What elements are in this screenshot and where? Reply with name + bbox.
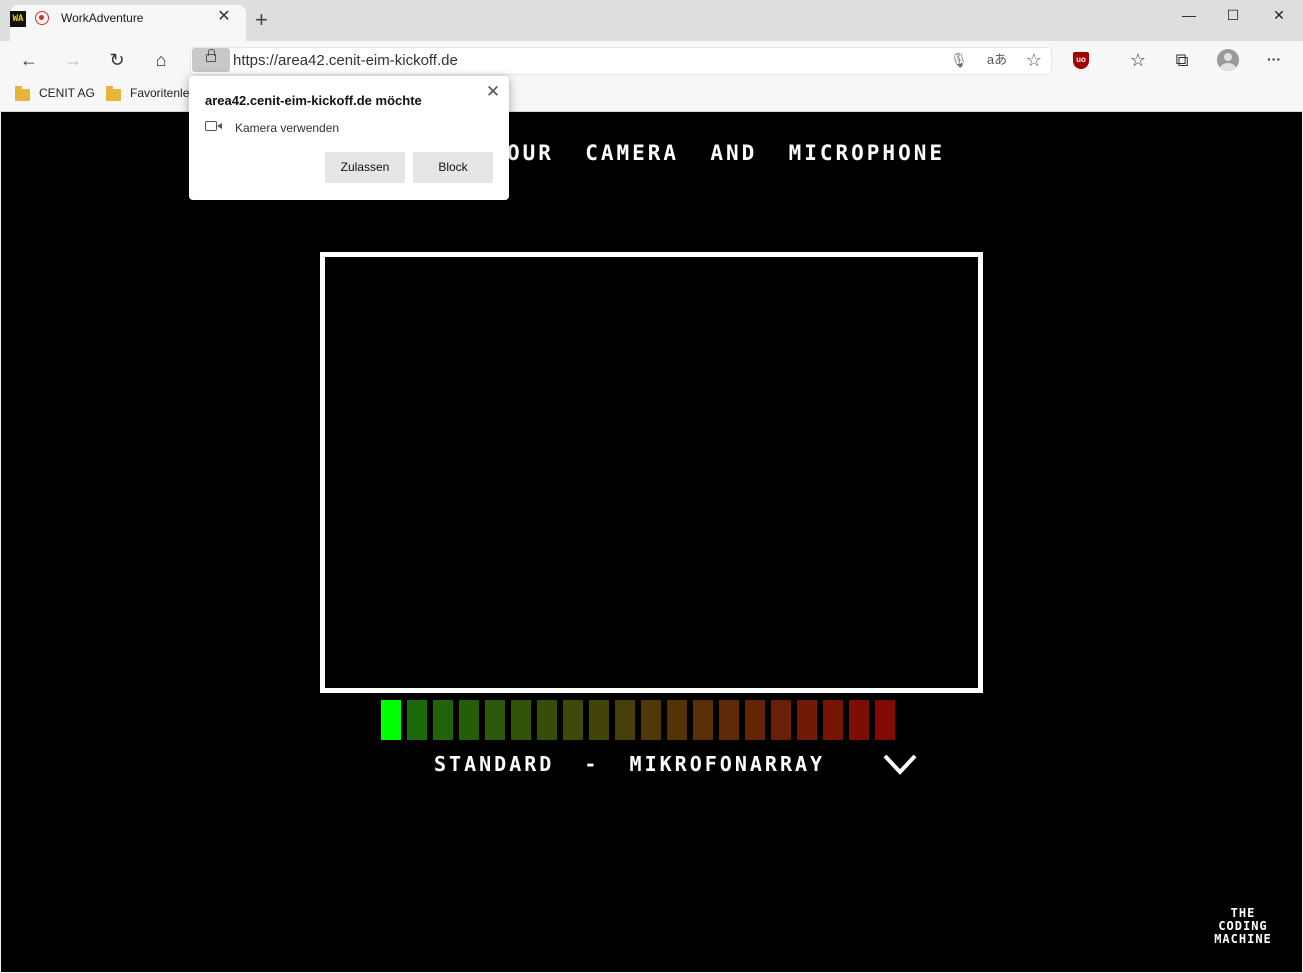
mic-level-bar: [563, 700, 583, 740]
microphone-select[interactable]: STANDARD - MIKROFONARRAY: [434, 752, 825, 776]
cenit-folder-icon: [15, 86, 30, 101]
more-icon[interactable]: ···: [1258, 43, 1290, 75]
profile-icon[interactable]: [1217, 49, 1239, 71]
mic-level-bar: [537, 700, 557, 740]
new-tab-button[interactable]: +: [255, 9, 268, 31]
permission-request: Kamera verwenden: [235, 121, 340, 135]
minimize-button[interactable]: —: [1166, 0, 1212, 30]
mic-level-bar: [719, 700, 739, 740]
mic-level-bar: [381, 700, 401, 740]
tab-title: WorkAdventure: [61, 11, 144, 25]
mic-level-bar: [797, 700, 817, 740]
coding-machine-logo: THE CODING MACHINE: [1210, 907, 1276, 946]
collections-icon[interactable]: ⧉: [1166, 44, 1198, 76]
camera-setup-heading: OUR CAMERA AND MICROPHONE: [507, 141, 946, 165]
bookmark-favoritenleiste[interactable]: Favoritenle: [130, 86, 189, 100]
camera-preview: [320, 252, 983, 693]
mic-level-bar: [433, 700, 453, 740]
chevron-down-icon[interactable]: [882, 750, 918, 778]
home-button[interactable]: ⌂: [145, 44, 177, 76]
lock-icon: [206, 49, 216, 62]
reload-button[interactable]: ↻: [101, 44, 133, 76]
window-close-button[interactable]: ✕: [1256, 0, 1302, 30]
chevron-path: [883, 754, 917, 775]
close-icon[interactable]: ✕: [485, 82, 501, 102]
mic-level-bar: [771, 700, 791, 740]
maximize-button[interactable]: ☐: [1210, 0, 1256, 30]
ublock-icon[interactable]: uo: [1073, 52, 1089, 69]
microphone-icon[interactable]: 🎙: [943, 44, 975, 76]
favorites-folder-icon: [106, 86, 121, 101]
mic-level-bar: [485, 700, 505, 740]
block-button[interactable]: Block: [413, 152, 493, 183]
mic-level-bar: [875, 700, 895, 740]
forward-button[interactable]: →: [57, 44, 89, 76]
bookmark-cenit[interactable]: CENIT AG: [39, 86, 95, 100]
mic-level-bar: [589, 700, 609, 740]
mic-level-bar: [407, 700, 427, 740]
mic-level-bar: [745, 700, 765, 740]
permission-title: area42.cenit-eim-kickoff.de möchte: [205, 93, 422, 108]
workadventure-favicon-icon: WA: [10, 11, 26, 27]
mic-level-bar: [693, 700, 713, 740]
recording-indicator-icon: [35, 11, 49, 25]
logo-line: MACHINE: [1214, 932, 1272, 946]
read-aloud-icon[interactable]: aあ: [981, 44, 1013, 76]
profile-head: [1224, 53, 1232, 61]
profile-body: [1220, 63, 1236, 71]
url-text[interactable]: https://area42.cenit-eim-kickoff.de: [233, 52, 458, 69]
back-button[interactable]: ←: [13, 44, 45, 76]
mic-level-bar: [849, 700, 869, 740]
mic-level-bar: [615, 700, 635, 740]
mic-level-bar: [667, 700, 687, 740]
camera-icon: [205, 121, 222, 131]
tab-close-icon[interactable]: ✕: [215, 8, 233, 26]
mic-level-bar: [459, 700, 479, 740]
mic-level-bar: [641, 700, 661, 740]
mic-level-bar: [511, 700, 531, 740]
favorites-icon[interactable]: ☆: [1122, 44, 1154, 76]
allow-button[interactable]: Zulassen: [325, 152, 405, 183]
mic-level-bar: [823, 700, 843, 740]
add-favorite-icon[interactable]: ☆: [1018, 44, 1050, 76]
